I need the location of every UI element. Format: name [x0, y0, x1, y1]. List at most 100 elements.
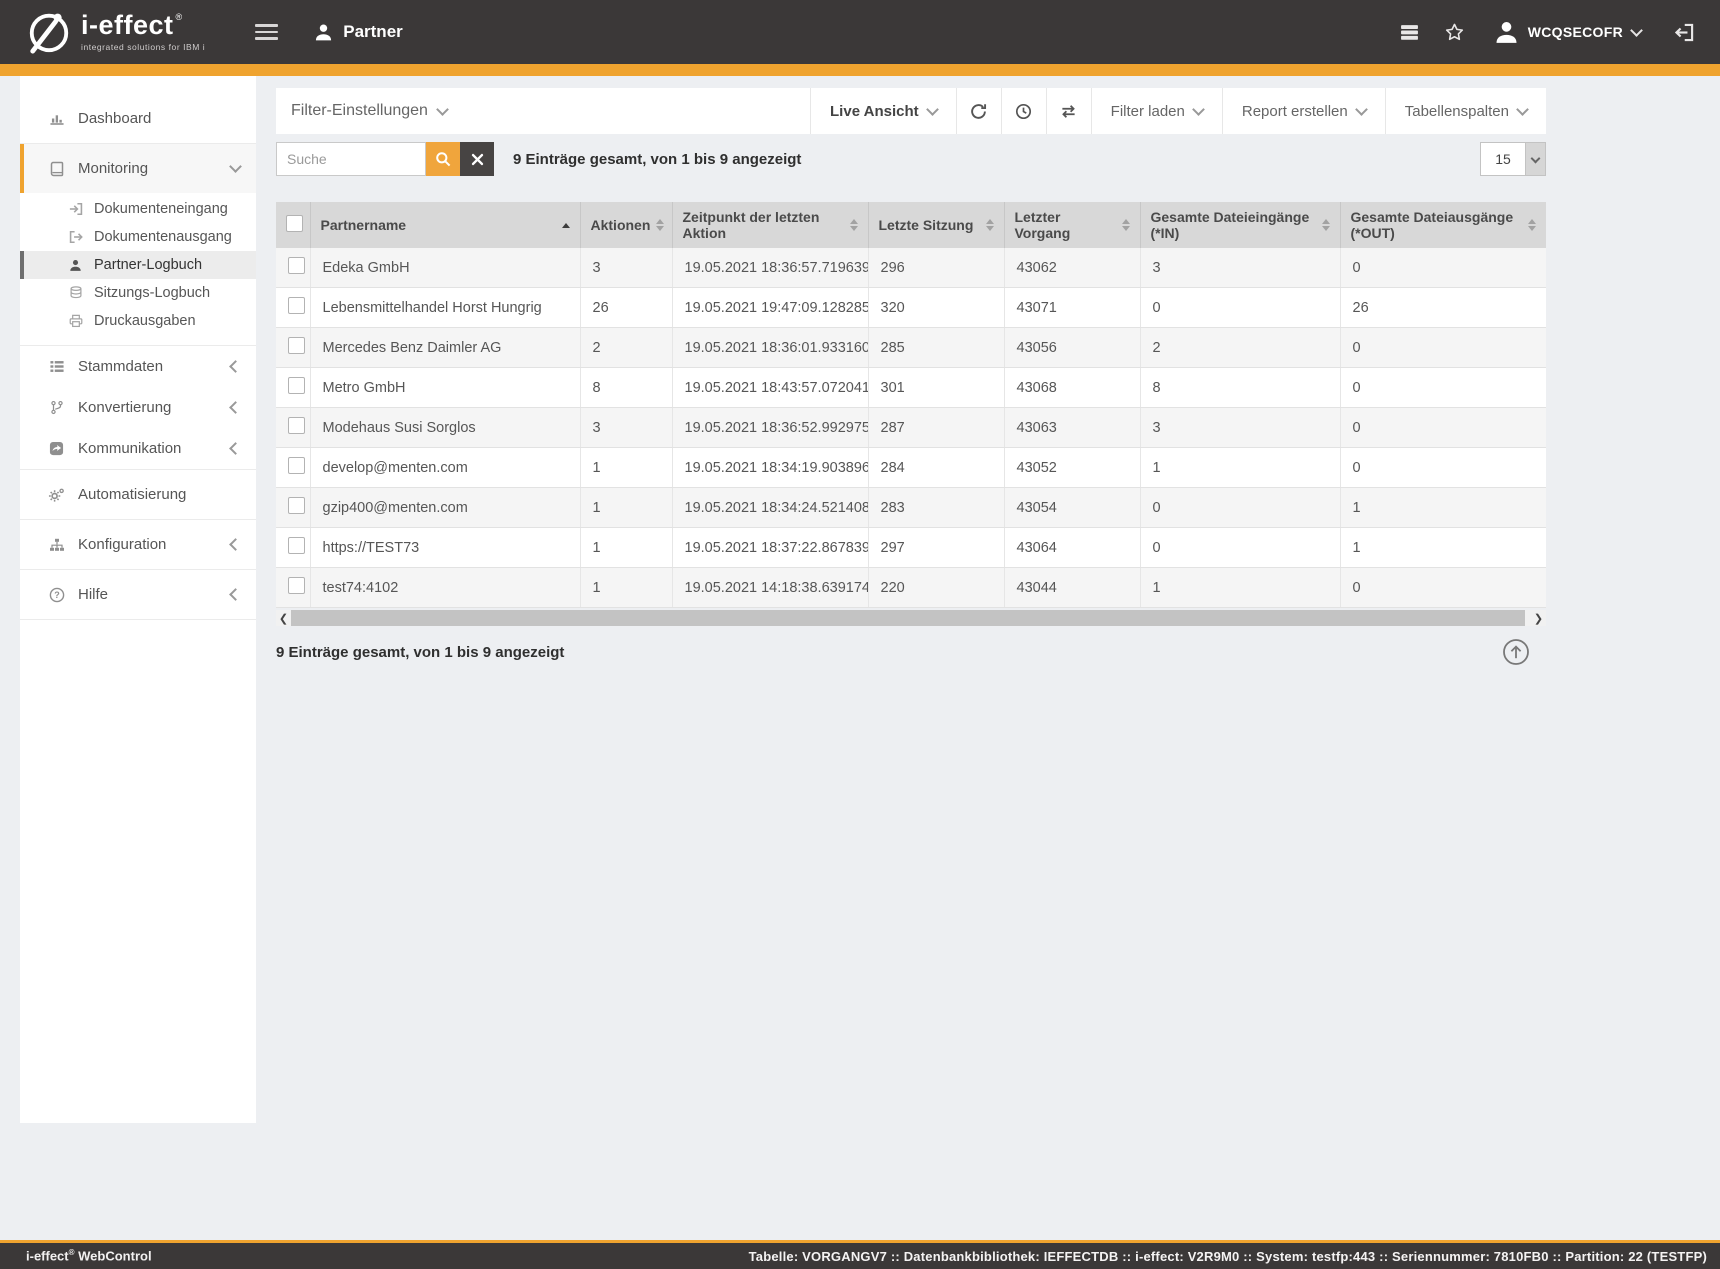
row-checkbox[interactable]	[288, 257, 305, 274]
sort-icon[interactable]	[1528, 219, 1536, 231]
column-header-label: Aktionen	[591, 217, 651, 233]
table-cell: 19.05.2021 18:34:19.903896	[672, 448, 868, 488]
table-row[interactable]: https://TEST73119.05.2021 18:37:22.86783…	[276, 528, 1546, 568]
table-columns-label: Tabellenspalten	[1405, 103, 1509, 120]
table-cell: 19.05.2021 18:36:57.719639	[672, 248, 868, 288]
repeat-icon	[1059, 104, 1078, 119]
list-icon	[48, 359, 65, 374]
scrollbar-track[interactable]	[291, 610, 1531, 626]
search-input[interactable]	[276, 142, 426, 176]
row-checkbox[interactable]	[288, 457, 305, 474]
table-row[interactable]: Edeka GmbH319.05.2021 18:36:57.719639296…	[276, 248, 1546, 288]
sort-icon[interactable]	[1322, 219, 1330, 231]
table-row[interactable]: test74:4102119.05.2021 14:18:38.63917422…	[276, 568, 1546, 608]
sort-icon[interactable]	[656, 219, 664, 231]
sort-icon[interactable]	[562, 223, 570, 228]
table-row[interactable]: Metro GmbH819.05.2021 18:43:57.072041301…	[276, 368, 1546, 408]
search-button[interactable]	[426, 142, 460, 176]
column-header[interactable]: Letzte Sitzung	[868, 202, 1004, 248]
column-header[interactable]: Zeitpunkt der letzten Aktion	[672, 202, 868, 248]
monitoring-submenu: Dokumenteneingang Dokumentenausgang Part…	[20, 193, 256, 345]
sidebar-item-kommunikation[interactable]: Kommunikation	[20, 428, 256, 469]
sidebar-item-partner-logbuch[interactable]: Partner-Logbuch	[20, 251, 256, 279]
table-row[interactable]: Mercedes Benz Daimler AG219.05.2021 18:3…	[276, 328, 1546, 368]
column-header[interactable]: Aktionen	[580, 202, 672, 248]
table-cell: 301	[868, 368, 1004, 408]
sidebar-item-dokumentenausgang[interactable]: Dokumentenausgang	[20, 223, 256, 251]
table-cell: 3	[580, 408, 672, 448]
logout-icon[interactable]	[1675, 23, 1694, 42]
row-checkbox[interactable]	[288, 537, 305, 554]
sidebar-item-stammdaten[interactable]: Stammdaten	[20, 346, 256, 387]
sidebar-item-konvertierung[interactable]: Konvertierung	[20, 387, 256, 428]
auto-reload-button[interactable]	[1046, 88, 1091, 134]
sidebar-item-dokumenteneingang[interactable]: Dokumenteneingang	[20, 195, 256, 223]
server-icon[interactable]	[1400, 24, 1419, 41]
sidebar-item-hilfe[interactable]: ? Hilfe	[20, 570, 256, 619]
table-cell: 3	[580, 248, 672, 288]
table-cell: Modehaus Susi Sorglos	[310, 408, 580, 448]
sidebar-item-sitzungs-logbuch[interactable]: Sitzungs-Logbuch	[20, 279, 256, 307]
select-all-header[interactable]	[276, 202, 310, 248]
column-header-label: Partnername	[321, 217, 407, 233]
scrollbar-thumb[interactable]	[291, 610, 1525, 626]
search-icon	[435, 151, 451, 167]
scroll-left-arrow-icon[interactable]: ❮	[276, 610, 291, 626]
report-create-button[interactable]: Report erstellen	[1222, 88, 1385, 134]
clear-search-button[interactable]	[460, 142, 494, 176]
sidebar-item-druckausgaben[interactable]: Druckausgaben	[20, 307, 256, 335]
filter-load-label: Filter laden	[1111, 103, 1185, 120]
user-menu[interactable]: WCQSECOFR	[1494, 20, 1641, 45]
table-cell: 1	[580, 568, 672, 608]
live-view-button[interactable]: Live Ansicht	[810, 88, 956, 134]
sidebar-item-konfiguration[interactable]: Konfiguration	[20, 520, 256, 569]
table-cell: 43071	[1004, 288, 1140, 328]
favorites-star-icon[interactable]	[1445, 23, 1464, 41]
row-checkbox[interactable]	[288, 577, 305, 594]
table-cell: 297	[868, 528, 1004, 568]
filter-load-button[interactable]: Filter laden	[1091, 88, 1222, 134]
svg-text:?: ?	[54, 590, 60, 600]
row-checkbox[interactable]	[288, 337, 305, 354]
row-checkbox[interactable]	[288, 377, 305, 394]
column-header[interactable]: Letzter Vorgang	[1004, 202, 1140, 248]
table-columns-button[interactable]: Tabellenspalten	[1385, 88, 1546, 134]
sidebar-toggle-hamburger-icon[interactable]	[255, 20, 278, 44]
app-logo[interactable]: i-effect ® integrated solutions for IBM …	[26, 9, 205, 55]
table-cell: gzip400@menten.com	[310, 488, 580, 528]
row-checkbox[interactable]	[288, 497, 305, 514]
refresh-button[interactable]	[956, 88, 1001, 134]
column-header-label: Letzte Sitzung	[879, 217, 974, 233]
chevron-down-icon	[1630, 24, 1643, 37]
row-checkbox-cell	[276, 528, 310, 568]
row-checkbox[interactable]	[288, 417, 305, 434]
app-window: i-effect ® integrated solutions for IBM …	[0, 0, 1720, 1269]
sidebar-item-automatisierung[interactable]: Automatisierung	[20, 470, 256, 519]
horizontal-scrollbar[interactable]: ❮ ❯	[276, 610, 1546, 626]
chevron-left-icon	[229, 588, 242, 601]
sidebar-item-dashboard[interactable]: Dashboard	[20, 94, 256, 143]
sidebar-item-monitoring[interactable]: Monitoring	[20, 144, 256, 193]
page-size-select[interactable]: 15	[1480, 142, 1546, 176]
filter-settings-button[interactable]: Filter-Einstellungen	[276, 88, 810, 134]
sidebar-item-label: Druckausgaben	[94, 313, 196, 329]
column-header[interactable]: Gesamte Dateiausgänge (*OUT)	[1340, 202, 1546, 248]
table-cell: 287	[868, 408, 1004, 448]
sort-icon[interactable]	[986, 219, 994, 231]
sidebar-item-label: Sitzungs-Logbuch	[94, 285, 210, 301]
table-cell: 285	[868, 328, 1004, 368]
sort-icon[interactable]	[850, 219, 858, 231]
column-header[interactable]: Gesamte Dateieingänge (*IN)	[1140, 202, 1340, 248]
history-button[interactable]	[1001, 88, 1046, 134]
column-header[interactable]: Partnername	[310, 202, 580, 248]
row-checkbox[interactable]	[288, 297, 305, 314]
sidebar-item-label: Monitoring	[78, 160, 218, 177]
select-all-checkbox[interactable]	[286, 215, 303, 232]
sort-icon[interactable]	[1122, 219, 1130, 231]
table-row[interactable]: Lebensmittelhandel Horst Hungrig2619.05.…	[276, 288, 1546, 328]
scroll-right-arrow-icon[interactable]: ❯	[1531, 610, 1546, 626]
table-row[interactable]: gzip400@menten.com119.05.2021 18:34:24.5…	[276, 488, 1546, 528]
scroll-to-top-button[interactable]	[1502, 638, 1530, 666]
table-row[interactable]: Modehaus Susi Sorglos319.05.2021 18:36:5…	[276, 408, 1546, 448]
table-row[interactable]: develop@menten.com119.05.2021 18:34:19.9…	[276, 448, 1546, 488]
